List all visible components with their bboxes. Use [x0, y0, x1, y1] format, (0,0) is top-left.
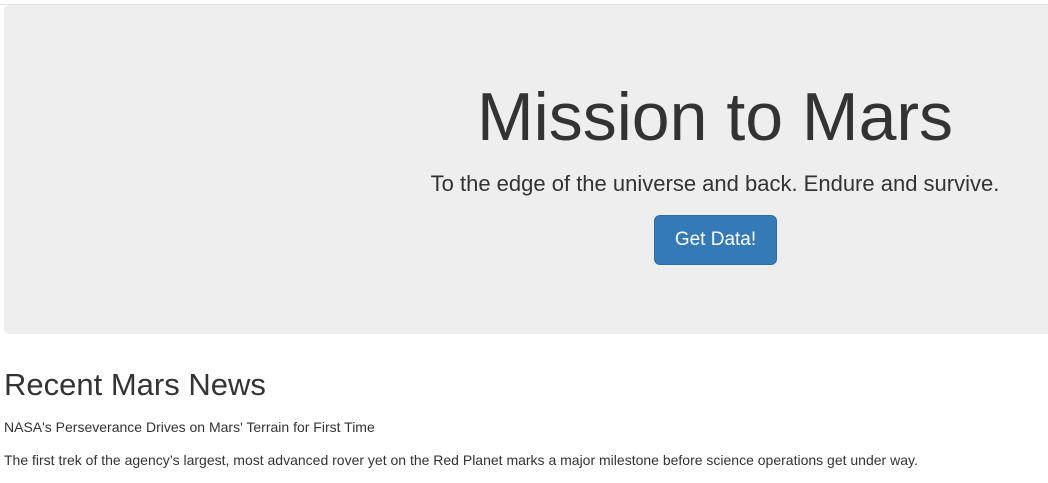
hero-title: Mission to Mars — [476, 79, 954, 155]
hero-subtitle: To the edge of the universe and back. En… — [430, 171, 1000, 196]
get-data-button[interactable]: Get Data! — [654, 215, 777, 265]
news-title: NASA's Perseverance Drives on Mars' Terr… — [4, 419, 375, 435]
news-paragraph: The first trek of the agency’s largest, … — [4, 452, 918, 468]
page: Mission to Mars To the edge of the unive… — [0, 0, 1048, 483]
news-section-heading: Recent Mars News — [4, 367, 266, 402]
